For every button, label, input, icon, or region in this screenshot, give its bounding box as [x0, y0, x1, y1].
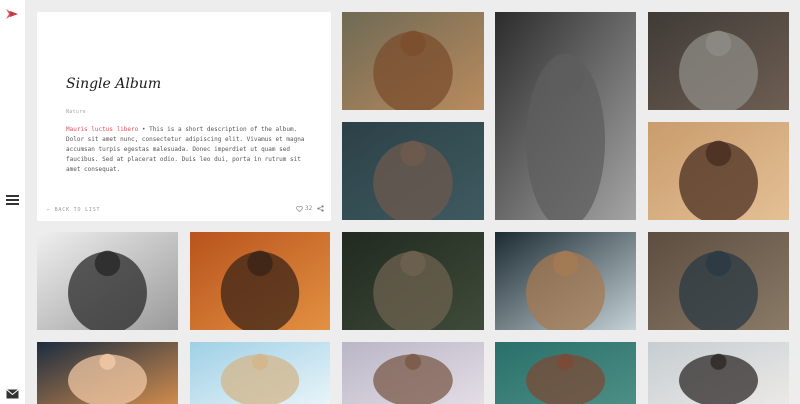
heart-icon[interactable] [296, 205, 303, 212]
like-count: 32 [305, 205, 313, 212]
photo-tile[interactable] [190, 232, 330, 330]
photo-tile[interactable] [648, 122, 789, 220]
photo-tile[interactable] [495, 232, 636, 330]
arrow-logo-icon[interactable] [5, 6, 19, 20]
menu-line [6, 195, 19, 197]
menu-line [6, 203, 19, 205]
mail-icon[interactable] [6, 384, 19, 399]
photo-tile[interactable] [648, 342, 789, 404]
album-description-body: • This is a short description of the alb… [66, 126, 305, 173]
photo-tile[interactable] [190, 342, 330, 404]
album-category: Nature [66, 109, 86, 115]
album-info-card: Single Album Nature Mauris luctus libero… [37, 12, 331, 221]
album-actions: 32 [296, 205, 324, 212]
photo-tile[interactable] [648, 232, 789, 330]
photo-tile[interactable] [37, 232, 178, 330]
photo-tile[interactable] [342, 232, 484, 330]
photo-tile[interactable] [648, 12, 789, 110]
photo-tile[interactable] [342, 12, 484, 110]
album-description: Mauris luctus libero • This is a short d… [66, 125, 306, 175]
hamburger-menu-icon[interactable] [6, 195, 19, 207]
back-to-list-link[interactable]: ← BACK TO LIST [47, 207, 100, 213]
photo-tile[interactable] [342, 342, 484, 404]
sidebar [0, 0, 25, 404]
album-description-highlight[interactable]: Mauris luctus libero [66, 126, 138, 133]
photo-tile[interactable] [37, 342, 178, 404]
menu-line [6, 199, 19, 201]
photo-tile[interactable] [495, 12, 636, 220]
photo-tile[interactable] [342, 122, 484, 220]
album-title: Single Album [66, 76, 162, 92]
share-icon[interactable] [317, 205, 324, 212]
photo-tile[interactable] [495, 342, 636, 404]
